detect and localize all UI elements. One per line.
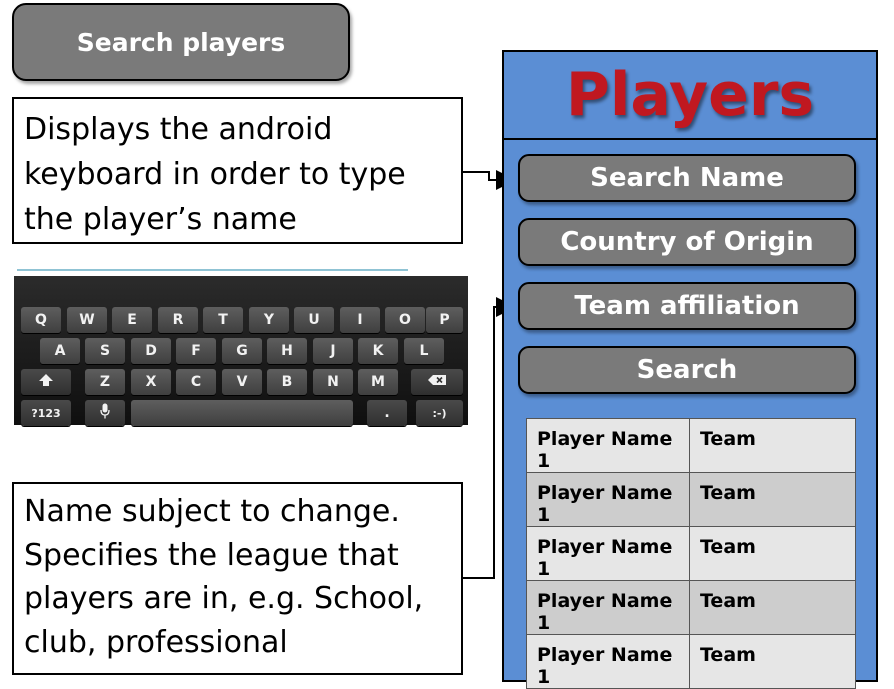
player-name-cell: Player Name 1 bbox=[526, 526, 690, 581]
players-header: Players bbox=[504, 52, 876, 140]
team-affiliation-button[interactable]: Team affiliation bbox=[518, 282, 856, 330]
team-cell: Team bbox=[689, 580, 856, 635]
team-cell: Team bbox=[689, 472, 856, 527]
player-name-cell: Player Name 1 bbox=[526, 472, 690, 527]
player-name-cell: Player Name 1 bbox=[526, 418, 690, 473]
players-title: Players bbox=[565, 60, 815, 130]
country-of-origin-button[interactable]: Country of Origin bbox=[518, 218, 856, 266]
search-name-button[interactable]: Search Name bbox=[518, 154, 856, 202]
search-button[interactable]: Search bbox=[518, 346, 856, 394]
team-cell: Team bbox=[689, 526, 856, 581]
table-row[interactable]: Player Name 1 Team bbox=[526, 526, 856, 581]
table-row[interactable]: Player Name 1 Team bbox=[526, 580, 856, 635]
players-screen: Players Search Name Country of Origin Te… bbox=[502, 50, 878, 689]
table-row[interactable]: Player Name 1 Team bbox=[526, 418, 856, 473]
table-row[interactable]: Player Name 1 Team bbox=[526, 634, 856, 689]
results-table: Player Name 1 Team Player Name 1 Team Pl… bbox=[526, 418, 856, 689]
player-name-cell: Player Name 1 bbox=[526, 634, 690, 689]
team-cell: Team bbox=[689, 418, 856, 473]
player-name-cell: Player Name 1 bbox=[526, 580, 690, 635]
team-cell: Team bbox=[689, 634, 856, 689]
table-row[interactable]: Player Name 1 Team bbox=[526, 472, 856, 527]
